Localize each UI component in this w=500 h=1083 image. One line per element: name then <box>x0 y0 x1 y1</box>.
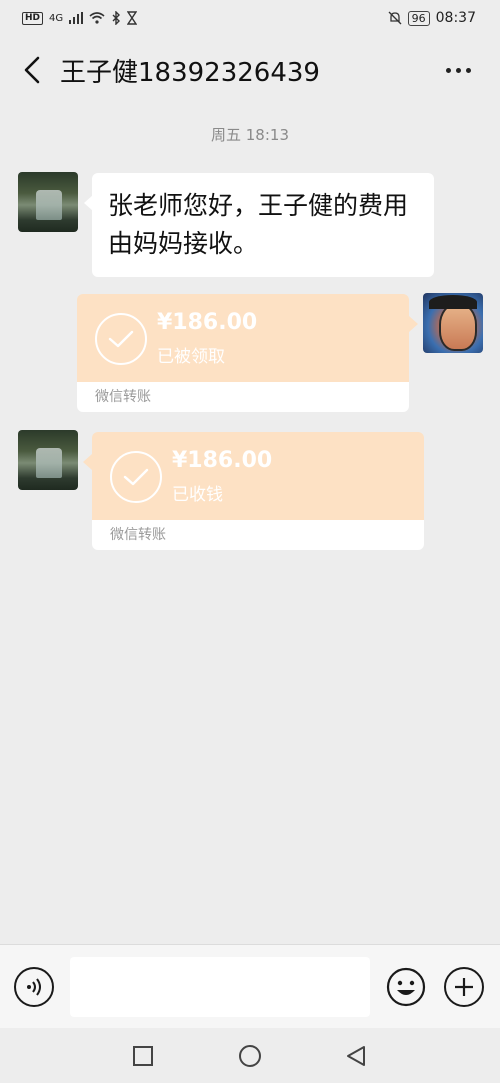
emoji-icon <box>386 967 426 1007</box>
recent-apps-icon <box>133 1046 153 1066</box>
back-nav-button[interactable] <box>344 1044 368 1068</box>
transfer-card-received[interactable]: ¥186.00 已收钱 微信转账 <box>83 432 424 550</box>
transfer-amount: ¥186.00 <box>172 448 273 473</box>
transfer-card-top: ¥186.00 已收钱 <box>92 432 424 520</box>
status-right: 96 08:37 <box>388 10 476 26</box>
message-input[interactable] <box>70 957 370 1017</box>
voice-icon <box>27 978 41 996</box>
chevron-left-icon <box>24 56 40 84</box>
chat-header: 王子健18392326439 <box>0 36 500 104</box>
status-left: HD 4G <box>22 11 138 25</box>
check-circle-icon <box>95 313 147 365</box>
wifi-icon <box>89 12 105 24</box>
clock: 08:37 <box>435 10 476 26</box>
more-dots-icon <box>445 67 451 73</box>
signal-icon <box>69 12 84 24</box>
mute-bell-icon <box>388 11 402 25</box>
transfer-card-top: ¥186.00 已被领取 <box>77 294 409 382</box>
more-button[interactable] <box>432 46 484 94</box>
bluetooth-icon <box>112 11 121 25</box>
back-triangle-icon <box>347 1046 365 1066</box>
transfer-status: 已被领取 <box>157 347 225 367</box>
more-actions-button[interactable] <box>444 967 484 1007</box>
message-text: 张老师您好，王子健的费用由妈妈接收。 <box>108 191 409 258</box>
transfer-label: 微信转账 <box>92 520 424 550</box>
transfer-status: 已收钱 <box>172 485 223 505</box>
text-message-bubble[interactable]: 张老师您好，王子健的费用由妈妈接收。 <box>84 173 434 277</box>
hourglass-icon <box>127 11 138 25</box>
plus-icon <box>455 978 473 996</box>
network-label: 4G <box>49 12 64 24</box>
input-bar <box>0 944 500 1028</box>
message-timestamp: 周五 18:13 <box>211 126 289 144</box>
voice-button[interactable] <box>14 967 54 1007</box>
chat-title: 王子健18392326439 <box>60 57 320 88</box>
home-button[interactable] <box>238 1044 262 1068</box>
battery-level: 96 <box>407 10 430 26</box>
transfer-amount: ¥186.00 <box>157 310 258 335</box>
system-nav-bar <box>0 1028 500 1083</box>
self-avatar[interactable] <box>423 293 483 353</box>
status-bar: HD 4G 96 08:37 <box>0 0 500 36</box>
check-circle-icon <box>110 451 162 503</box>
recent-apps-button[interactable] <box>131 1044 155 1068</box>
home-icon <box>239 1045 261 1067</box>
transfer-card-sent[interactable]: ¥186.00 已被领取 微信转账 <box>77 294 418 412</box>
contact-avatar[interactable] <box>18 172 78 232</box>
back-button[interactable] <box>8 46 56 94</box>
transfer-label: 微信转账 <box>77 382 409 412</box>
hd-badge: HD <box>22 11 44 25</box>
emoji-button[interactable] <box>386 967 426 1007</box>
contact-avatar[interactable] <box>18 430 78 490</box>
